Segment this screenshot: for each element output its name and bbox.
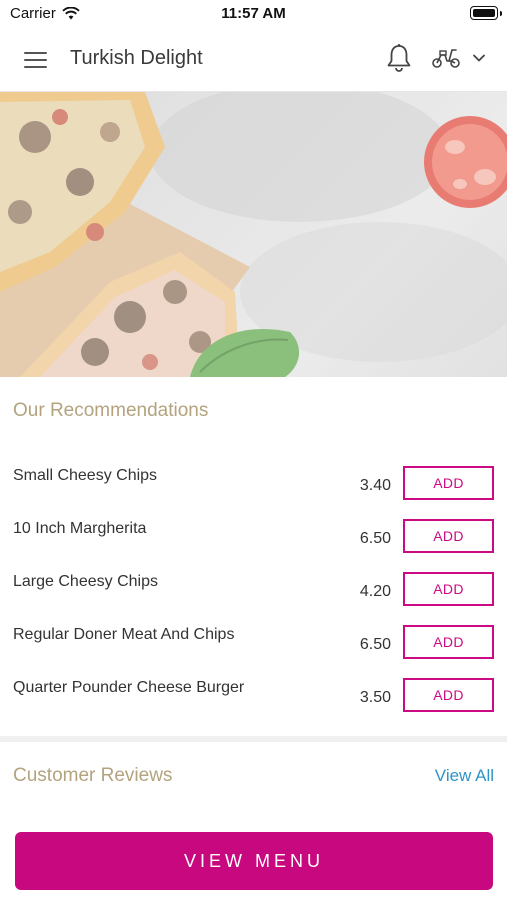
item-price: 6.50 <box>359 530 391 547</box>
item-name: Small Cheesy Chips <box>13 467 158 484</box>
list-item: Quarter Pounder Cheese Burger 3.50 ADD <box>0 678 507 732</box>
hero-image <box>0 92 507 377</box>
section-divider <box>0 736 507 742</box>
list-item: Regular Doner Meat And Chips 6.50 ADD <box>0 625 507 679</box>
add-button[interactable]: ADD <box>403 466 494 500</box>
add-button[interactable]: ADD <box>403 625 494 659</box>
view-menu-button[interactable]: VIEW MENU <box>15 832 493 890</box>
battery-icon <box>470 6 502 20</box>
scooter-icon[interactable] <box>431 47 461 69</box>
view-all-link[interactable]: View All <box>435 766 494 786</box>
item-price: 6.50 <box>359 636 391 653</box>
reviews-title: Customer Reviews <box>13 765 173 786</box>
item-name: Regular Doner Meat And Chips <box>13 626 235 643</box>
item-name: 10 Inch Margherita <box>13 520 147 537</box>
item-price: 4.20 <box>359 583 391 600</box>
add-button[interactable]: ADD <box>403 519 494 553</box>
status-bar: Carrier 11:57 AM <box>0 0 507 26</box>
list-item: 10 Inch Margherita 6.50 ADD <box>0 519 507 573</box>
item-price: 3.40 <box>359 477 391 494</box>
list-item: Small Cheesy Chips 3.40 ADD <box>0 466 507 520</box>
recommendations-title: Our Recommendations <box>13 400 209 421</box>
add-button[interactable]: ADD <box>403 678 494 712</box>
app-header: Turkish Delight <box>0 26 507 92</box>
menu-icon[interactable] <box>24 51 47 69</box>
item-name: Large Cheesy Chips <box>13 573 158 590</box>
page-title: Turkish Delight <box>70 47 203 69</box>
item-price: 3.50 <box>359 689 391 706</box>
add-button[interactable]: ADD <box>403 572 494 606</box>
list-item: Large Cheesy Chips 4.20 ADD <box>0 572 507 626</box>
bell-icon[interactable] <box>385 43 413 73</box>
chevron-down-icon[interactable] <box>472 53 486 63</box>
status-time: 11:57 AM <box>221 5 286 22</box>
item-name: Quarter Pounder Cheese Burger <box>13 679 245 696</box>
